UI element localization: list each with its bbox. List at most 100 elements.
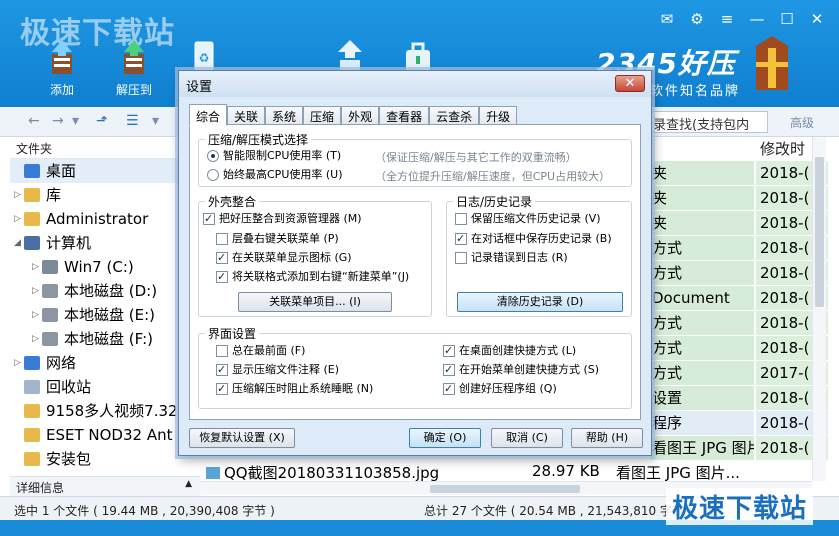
view-list-icon[interactable]: ☰ bbox=[126, 113, 139, 129]
table-row[interactable]: 方式 2017-( bbox=[650, 361, 828, 385]
table-row[interactable]: 设置 2018-( bbox=[650, 386, 828, 410]
cancel-button[interactable]: 取消 (C) bbox=[491, 428, 563, 448]
checkbox-unchecked bbox=[216, 345, 228, 357]
expand-arrow-icon[interactable]: ▷ bbox=[32, 327, 39, 351]
tree-item[interactable]: ▷ 本地磁盘 (F:) bbox=[10, 327, 200, 351]
expand-arrow-icon[interactable]: ▷ bbox=[32, 255, 39, 279]
tab-system[interactable]: 系统 bbox=[265, 106, 304, 125]
add-button[interactable]: 添加 bbox=[32, 38, 92, 98]
table-row[interactable]: 程序 2018-( bbox=[650, 411, 828, 435]
folder-icon bbox=[24, 428, 40, 442]
table-row[interactable]: 方式 2018-( bbox=[650, 336, 828, 360]
expand-arrow-icon[interactable]: ▷ bbox=[14, 351, 21, 375]
max-cpu-label: 始终最高CPU使用率 (U) bbox=[223, 168, 343, 181]
feedback-icon[interactable]: ✉ bbox=[659, 10, 675, 28]
extract-to-button[interactable]: 解压到 bbox=[104, 38, 164, 98]
file-name: QQ截图20180331103858.jpg bbox=[224, 464, 440, 482]
vertical-scrollbar[interactable] bbox=[812, 137, 826, 481]
tree-item-label: 回收站 bbox=[46, 378, 92, 396]
tab-appearance[interactable]: 外观 bbox=[341, 106, 380, 125]
help-button[interactable]: 帮助 (H) bbox=[571, 428, 643, 448]
tree-item[interactable]: ▷ Win7 (C:) bbox=[10, 255, 200, 279]
expand-arrow-icon[interactable]: ▷ bbox=[32, 303, 39, 327]
table-row[interactable]: 方式 2018-( bbox=[650, 311, 828, 335]
folder-icon bbox=[24, 452, 40, 466]
dropdown-chevron-icon[interactable]: ▾ bbox=[72, 113, 79, 129]
smart-cpu-label: 智能限制CPU使用率 (T) bbox=[223, 149, 342, 162]
network-icon bbox=[24, 356, 40, 370]
tree-item-label: 网络 bbox=[46, 354, 77, 372]
history-group-title: 日志/历史记录 bbox=[453, 193, 536, 210]
table-row[interactable]: 夹 2018-( bbox=[650, 186, 828, 210]
expand-up-icon: ▲ bbox=[185, 479, 192, 489]
tab-association[interactable]: 关联 bbox=[227, 106, 266, 125]
tree-item[interactable]: ▷ 网络 bbox=[10, 351, 200, 375]
expand-arrow-icon[interactable]: ▷ bbox=[14, 207, 21, 231]
window-controls: ✉ ⚙ ≡ — ☐ ✕ bbox=[659, 10, 825, 28]
file-type-cell: 方式 bbox=[650, 311, 754, 335]
table-row[interactable]: 方式 2018-( bbox=[650, 236, 828, 260]
drive-icon bbox=[42, 308, 58, 322]
expand-arrow-icon[interactable]: ▷ bbox=[14, 183, 21, 207]
advanced-search-link[interactable]: 高级 bbox=[790, 114, 814, 131]
add-archive-icon bbox=[42, 38, 82, 78]
tree-item[interactable]: 9158多人视频7.32 bbox=[10, 399, 200, 423]
menu-icons-label: 在关联菜单显示图标 (G) bbox=[232, 251, 352, 264]
column-header-modified[interactable]: 修改时 bbox=[760, 137, 805, 161]
search-input[interactable]: 录查找(支持包内 bbox=[648, 111, 768, 133]
expand-arrow-icon[interactable]: ◢ bbox=[14, 231, 21, 255]
brand-logo-icon bbox=[750, 34, 794, 92]
extract-label: 解压到 bbox=[115, 83, 152, 97]
up-folder-icon[interactable]: ⬏ bbox=[96, 113, 108, 129]
forward-icon[interactable]: → bbox=[52, 113, 64, 129]
brand-slogan: 软件知名品牌 bbox=[650, 84, 741, 99]
image-file-icon bbox=[206, 467, 220, 479]
minimize-icon[interactable]: — bbox=[749, 10, 765, 28]
table-row[interactable]: 看图王 JPG 图片...2018-( bbox=[650, 436, 828, 460]
maximize-icon[interactable]: ☐ bbox=[779, 10, 795, 28]
details-label: 详细信息 bbox=[16, 481, 65, 495]
table-row[interactable]: 方式 2018-( bbox=[650, 261, 828, 285]
checkbox-unchecked bbox=[455, 252, 467, 264]
scrollbar-thumb[interactable] bbox=[815, 157, 824, 307]
drive-icon bbox=[42, 332, 58, 346]
tree-item[interactable]: 回收站 bbox=[10, 375, 200, 399]
dialog-titlebar[interactable]: 设置 ✕ bbox=[179, 71, 651, 97]
reset-defaults-button[interactable]: 恢复默认设置 (X) bbox=[189, 428, 295, 448]
back-icon[interactable]: ← bbox=[28, 113, 40, 129]
file-type-cell: 程序 bbox=[650, 411, 754, 435]
menu-icon[interactable]: ≡ bbox=[719, 10, 735, 28]
tree-item[interactable]: ◢ 计算机 bbox=[10, 231, 200, 255]
dialog-close-button[interactable]: ✕ bbox=[615, 75, 645, 92]
tree-item[interactable]: ▷ 库 bbox=[10, 183, 200, 207]
program-group-label: 创建好压程序组 (Q) bbox=[459, 382, 557, 395]
tab-cloud-scan[interactable]: 云查杀 bbox=[429, 106, 480, 125]
expand-arrow-icon[interactable]: ▷ bbox=[32, 279, 39, 303]
table-row[interactable]: 夹 2018-( bbox=[650, 211, 828, 235]
view-dropdown-icon[interactable]: ▾ bbox=[152, 113, 159, 129]
details-panel-toggle[interactable]: 详细信息 ▲ bbox=[10, 476, 200, 496]
clear-history-button[interactable]: 清除历史记录 (D) bbox=[457, 292, 623, 312]
scrollbar-thumb[interactable] bbox=[430, 485, 580, 493]
table-row[interactable]: Document 2018-( bbox=[650, 286, 828, 310]
tree-item-label: Administrator bbox=[46, 210, 149, 228]
tree-item[interactable]: 安装包 bbox=[10, 447, 200, 471]
tree-item[interactable]: ESET NOD32 Ant bbox=[10, 423, 200, 447]
tab-viewer[interactable]: 查看器 bbox=[379, 106, 430, 125]
tab-upgrade[interactable]: 升级 bbox=[479, 106, 518, 125]
tab-compression[interactable]: 压缩 bbox=[303, 106, 342, 125]
checkbox-checked bbox=[443, 362, 455, 378]
close-icon[interactable]: ✕ bbox=[809, 10, 825, 28]
tree-item[interactable]: ▷ 本地磁盘 (D:) bbox=[10, 279, 200, 303]
table-row[interactable]: 夹 2018-( bbox=[650, 161, 828, 185]
checkbox-checked bbox=[443, 381, 455, 397]
tree-item-label: 本地磁盘 (D:) bbox=[64, 282, 158, 300]
tree-item[interactable]: ▷ Administrator bbox=[10, 207, 200, 231]
context-menu-items-button[interactable]: 关联菜单项目... (I) bbox=[238, 292, 392, 312]
integrate-explorer-label: 把好压整合到资源管理器 (M) bbox=[219, 212, 362, 225]
tree-item[interactable]: 桌面 bbox=[10, 159, 200, 183]
tab-general[interactable]: 综合 bbox=[189, 104, 228, 126]
ok-button[interactable]: 确定 (O) bbox=[409, 428, 481, 448]
skin-icon[interactable]: ⚙ bbox=[689, 10, 705, 28]
tree-item[interactable]: ▷ 本地磁盘 (E:) bbox=[10, 303, 200, 327]
